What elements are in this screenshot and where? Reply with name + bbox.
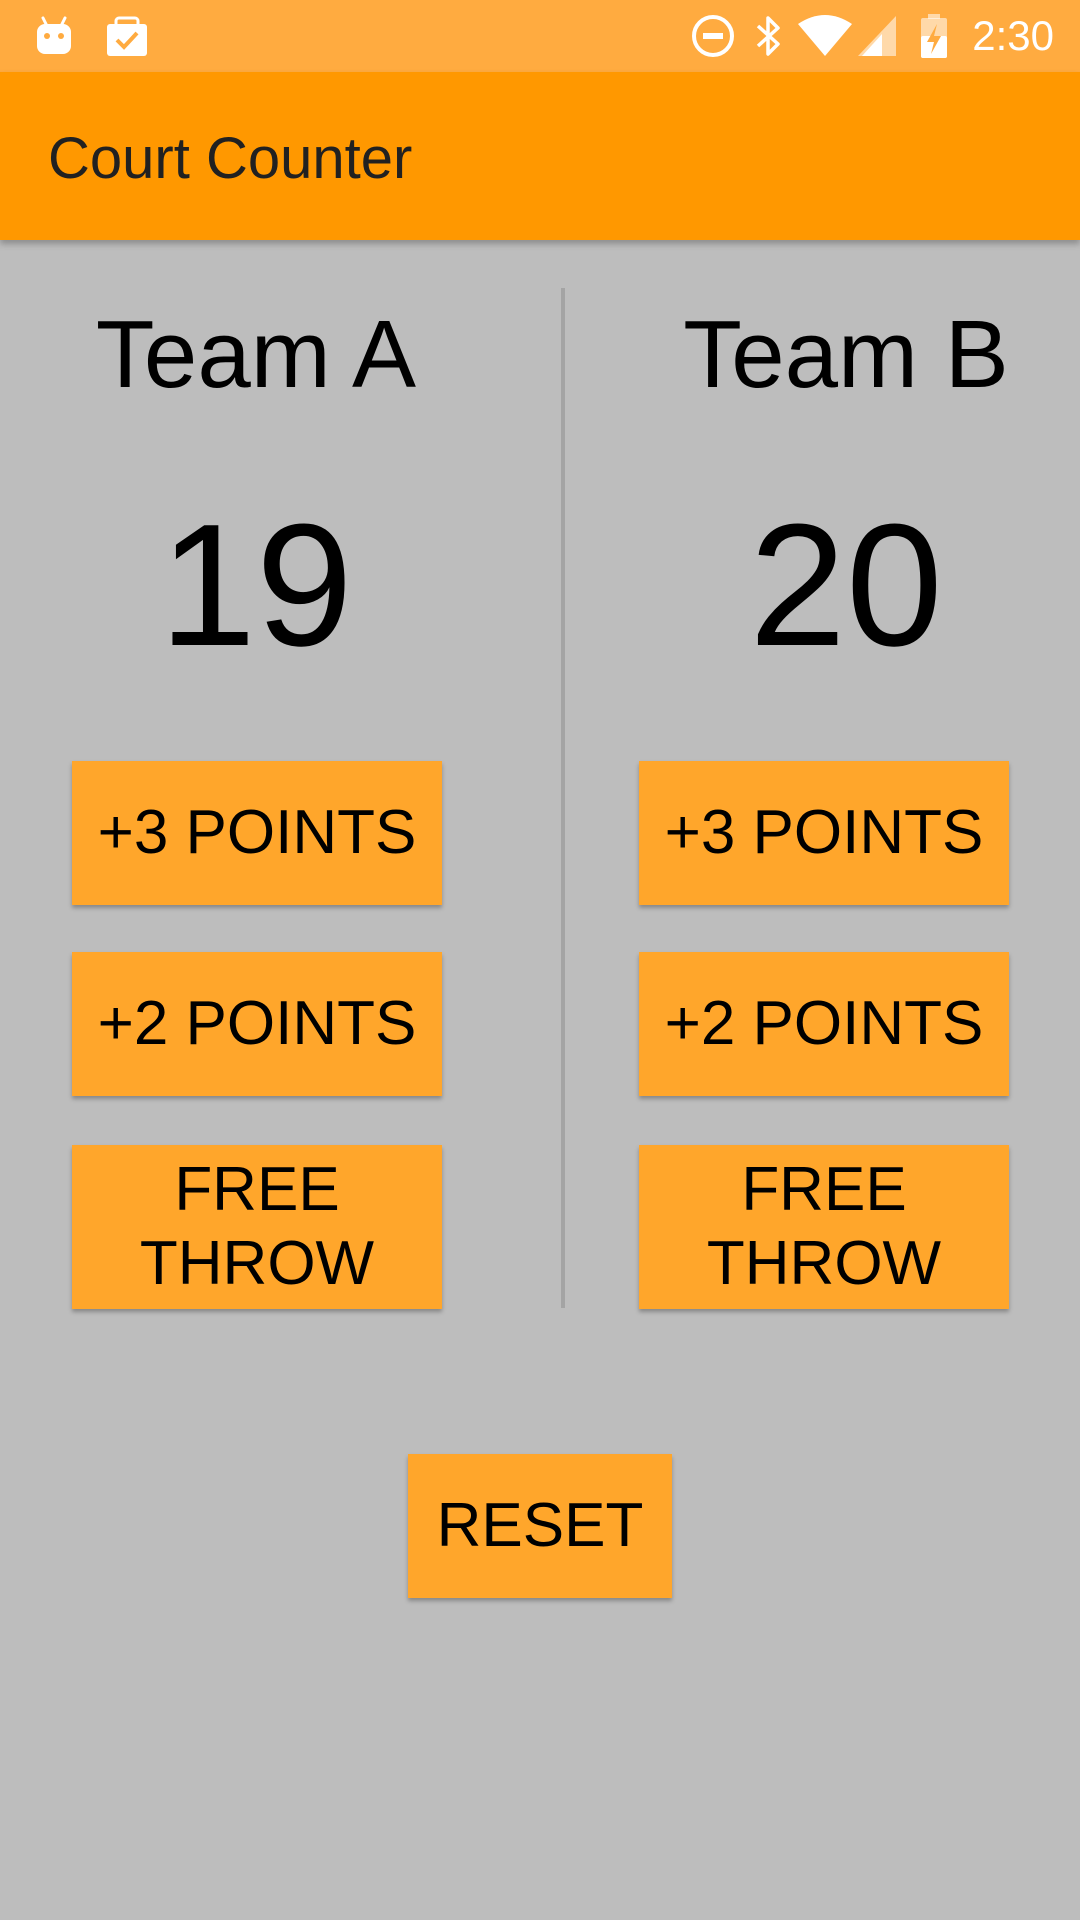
team-b-two-points-button[interactable]: +2 POINTS: [639, 952, 1009, 1096]
team-a-free-throw-line2: THROW: [139, 1229, 375, 1299]
team-b-free-throw-line2: THROW: [706, 1229, 942, 1299]
team-b-three-points-button[interactable]: +3 POINTS: [639, 761, 1009, 905]
team-a-score: 19: [159, 487, 353, 682]
team-divider: [561, 288, 565, 1308]
team-b-score: 20: [749, 487, 943, 682]
status-bar-time: 2:30: [972, 12, 1054, 59]
reset-button[interactable]: RESET: [408, 1454, 672, 1598]
team-a-free-throw-label: FREE THROW: [140, 1153, 374, 1302]
team-a-two-points-label: +2 POINTS: [97, 988, 417, 1058]
do-not-disturb-icon: [690, 12, 736, 60]
team-a-three-points-button[interactable]: +3 POINTS: [72, 761, 442, 905]
app-title: Court Counter: [48, 126, 413, 191]
team-b-free-throw-label: FREE THROW: [707, 1153, 941, 1302]
team-a-three-points-label: +3 POINTS: [97, 797, 417, 867]
android-debug-icon: [34, 12, 74, 60]
wifi-icon: [796, 12, 854, 60]
bluetooth-icon: [752, 12, 784, 60]
cell-signal-icon: [856, 12, 900, 60]
app-bar: Court Counter: [0, 72, 1080, 240]
reset-label: RESET: [436, 1490, 644, 1560]
team-b-three-points-label: +3 POINTS: [664, 797, 984, 867]
team-b-free-throw-button[interactable]: FREE THROW: [639, 1145, 1009, 1309]
team-b-two-points-label: +2 POINTS: [664, 988, 984, 1058]
team-b-free-throw-line1: FREE: [741, 1155, 907, 1224]
clipboard-check-icon: [104, 12, 150, 60]
status-bar: 2:30: [0, 0, 1080, 72]
team-a-free-throw-line1: FREE: [174, 1155, 340, 1224]
team-b-name: Team B: [683, 301, 1009, 408]
team-a-name: Team A: [95, 301, 417, 408]
team-a-free-throw-button[interactable]: FREE THROW: [72, 1145, 442, 1309]
battery-charging-icon: [918, 12, 950, 60]
team-a-two-points-button[interactable]: +2 POINTS: [72, 952, 442, 1096]
